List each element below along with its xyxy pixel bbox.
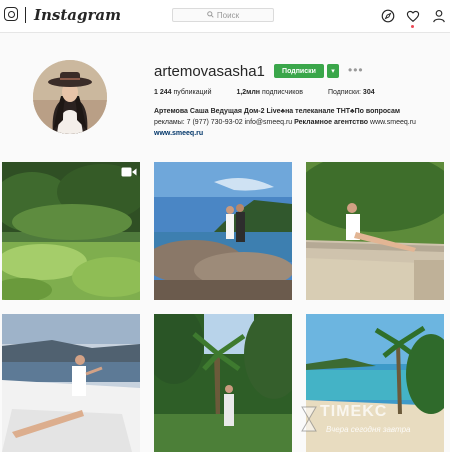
profile-website-link[interactable]: www.smeeq.ru (154, 128, 203, 139)
profile-username: artemovasasha1 (154, 63, 265, 80)
more-icon[interactable]: ••• (348, 64, 364, 76)
bio-agency-link[interactable]: www.smeeq.ru (370, 119, 416, 126)
person-icon[interactable] (432, 9, 446, 23)
bio-contact-line: рекламы: 7 (977) 730-93-02 info@smeeq.ru… (154, 119, 416, 126)
following-button[interactable]: Подписки (274, 64, 324, 78)
video-icon (121, 167, 137, 177)
posts-stat: 1 244 публикаций (154, 89, 212, 96)
profile-stats: 1 244 публикаций 1,2млн подписчиков Подп… (154, 89, 398, 96)
post-thumbnail[interactable] (2, 162, 140, 300)
heart-icon[interactable] (406, 9, 420, 23)
search-input[interactable]: Поиск (172, 8, 274, 22)
post-thumbnail[interactable] (2, 314, 140, 452)
follow-dropdown-button[interactable]: ▾ (327, 64, 339, 78)
notification-dot (411, 25, 414, 28)
profile-bio: Артемова Саша Ведущая Дом-2 Live♣на теле… (154, 106, 444, 137)
compass-icon[interactable] (381, 9, 395, 23)
instagram-icon[interactable] (4, 7, 18, 21)
post-thumbnail[interactable] (306, 162, 444, 300)
post-thumbnail[interactable] (306, 314, 444, 452)
top-navigation-bar: Instagram Поиск (0, 0, 450, 33)
profile-avatar (33, 60, 107, 134)
logo-divider (25, 7, 26, 23)
followers-stat[interactable]: 1,2млн подписчиков (236, 89, 303, 96)
post-thumbnail[interactable] (154, 314, 292, 452)
bio-title: Артемова Саша Ведущая Дом-2 Live♣на теле… (154, 108, 401, 115)
instagram-wordmark[interactable]: Instagram (34, 6, 121, 24)
post-thumbnail[interactable] (154, 162, 292, 300)
following-stat[interactable]: Подписки: 304 (328, 89, 375, 96)
search-placeholder: Поиск (216, 10, 240, 20)
search-icon (207, 10, 214, 20)
